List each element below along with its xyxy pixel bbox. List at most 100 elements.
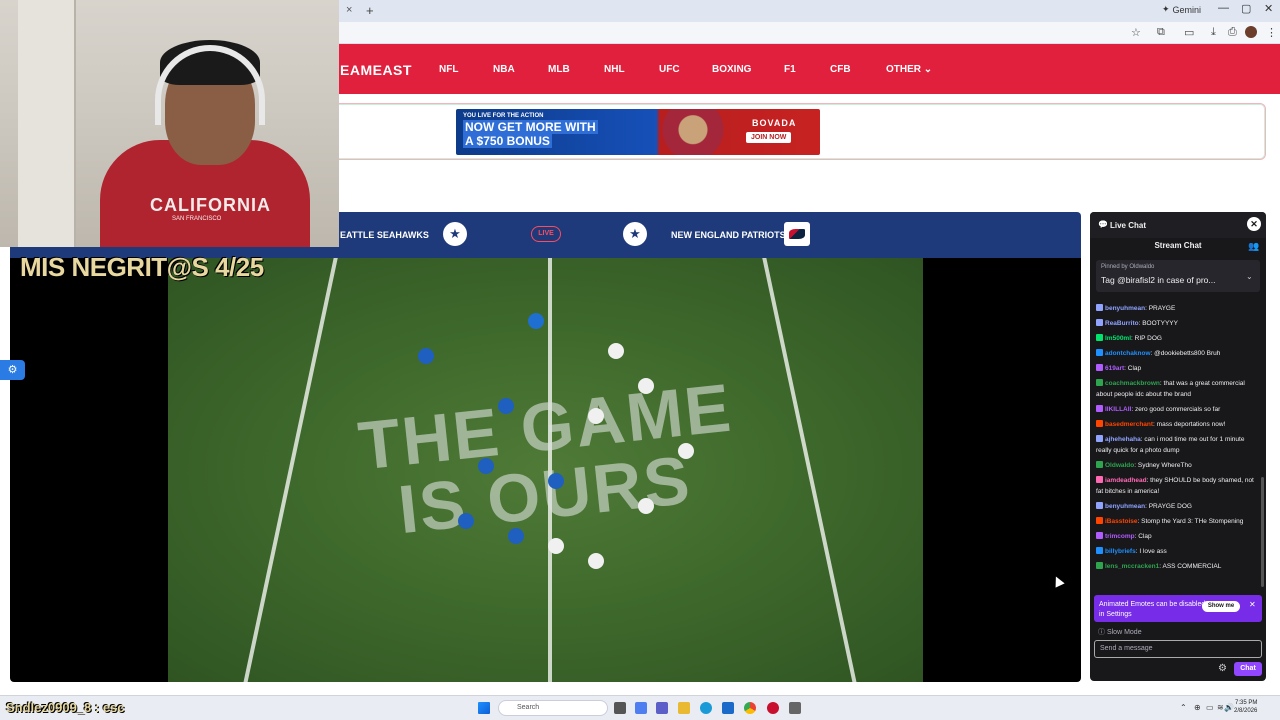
volume-icon[interactable]: 🔊 xyxy=(1224,703,1234,712)
display-icon[interactable]: ▭ xyxy=(1206,703,1214,712)
nav-other-dropdown[interactable]: OTHER ⌄ xyxy=(886,64,932,75)
extensions-icon[interactable]: ⧉ xyxy=(1157,26,1165,39)
gemini-label: Gemini xyxy=(1172,4,1202,15)
nav-nhl[interactable]: NHL xyxy=(604,64,625,75)
chat-message: iBasstoise: Stomp the Yard 3: THe Stompe… xyxy=(1096,516,1256,527)
chat-close-button[interactable]: ✕ xyxy=(1247,217,1261,231)
chat-message: iamdeadhead: they SHOULD be body shamed,… xyxy=(1096,475,1256,497)
nav-f1[interactable]: F1 xyxy=(784,64,796,75)
task-view-icon[interactable] xyxy=(614,702,626,714)
bovada-ad-banner[interactable]: YOU LIVE FOR THE ACTION NOW GET MORE WIT… xyxy=(456,109,820,155)
chat-text: BOOTYYYY xyxy=(1142,320,1178,327)
chat-message: lens_mccracken1: ASS COMMERCIAL xyxy=(1096,561,1256,572)
gemini-button[interactable]: ✦ Gemini xyxy=(1162,4,1201,15)
ad-brand: BOVADA xyxy=(752,118,797,128)
stream-handle-overlay: Sndlez0909_8 : esc xyxy=(6,700,125,715)
chat-username[interactable]: coachmackbrown xyxy=(1105,380,1160,387)
nav-cfb[interactable]: CFB xyxy=(830,64,851,75)
chevron-down-icon[interactable]: ⌄ xyxy=(1246,272,1253,281)
teams-icon[interactable] xyxy=(656,702,668,714)
clock-time: 7:35 PM xyxy=(1235,700,1258,706)
tray-chevron-icon[interactable]: ⌃ xyxy=(1180,703,1187,712)
favorite-away-star-icon[interactable]: ★ xyxy=(623,222,647,246)
notice-close-icon[interactable]: ✕ xyxy=(1249,600,1256,609)
chat-scrollbar[interactable] xyxy=(1261,477,1264,587)
profile-avatar[interactable] xyxy=(1245,26,1257,38)
settings-gear-icon[interactable]: ⚙ xyxy=(0,360,25,380)
user-badge-icon xyxy=(1096,405,1103,412)
away-team-name: NEW ENGLAND PATRIOTS xyxy=(671,230,786,240)
chat-settings-gear-icon[interactable]: ⚙ xyxy=(1218,663,1227,674)
pinned-meta: Pinned by Oldwaldo xyxy=(1101,264,1155,270)
chat-username[interactable]: 619art xyxy=(1105,365,1124,372)
favorite-home-star-icon[interactable]: ★ xyxy=(443,222,467,246)
webcam-feed: CALIFORNIA SAN FRANCISCO xyxy=(0,0,339,247)
minimize-button[interactable]: — xyxy=(1218,2,1229,14)
show-me-button[interactable]: Show me xyxy=(1202,601,1240,612)
nav-ufc[interactable]: UFC xyxy=(659,64,680,75)
site-brand[interactable]: EAMEAST xyxy=(340,62,412,78)
bookmark-star-icon[interactable]: ☆ xyxy=(1131,26,1141,39)
chat-message: ajhehehaha: can i mod time me out for 1 … xyxy=(1096,434,1256,456)
taskbar-clock[interactable]: 7:35 PM 2/8/2026 xyxy=(1234,699,1257,715)
chat-username[interactable]: iamdeadhead xyxy=(1105,477,1147,484)
nav-boxing[interactable]: BOXING xyxy=(712,64,751,75)
chat-text: RIP DOG xyxy=(1134,335,1162,342)
chrome-icon[interactable] xyxy=(744,702,756,714)
player xyxy=(548,473,564,489)
chat-username[interactable]: Oldwaldo xyxy=(1105,462,1134,469)
chat-text: PRAYGE DOG xyxy=(1148,503,1192,510)
user-badge-icon xyxy=(1096,476,1103,483)
tab-close-icon[interactable]: × xyxy=(346,4,352,16)
send-chat-button[interactable]: Chat xyxy=(1234,662,1262,676)
edge-icon[interactable] xyxy=(700,702,712,714)
users-icon[interactable]: 👥 xyxy=(1248,241,1259,252)
chat-username[interactable]: ajhehehaha xyxy=(1105,436,1141,443)
ad-headline-2: A $750 BONUS xyxy=(463,134,552,148)
wifi-icon[interactable]: ≋ xyxy=(1217,703,1224,712)
app-icon[interactable] xyxy=(767,702,779,714)
copilot-icon[interactable] xyxy=(635,702,647,714)
chat-username[interactable]: benyuhmean xyxy=(1105,503,1145,510)
sidepanel-icon[interactable]: ▭ xyxy=(1184,26,1194,39)
start-windows-icon[interactable] xyxy=(478,702,490,714)
new-tab-button[interactable]: + xyxy=(366,3,374,18)
pinned-text: Tag @birafisl2 in case of pro... xyxy=(1101,275,1216,285)
chat-username[interactable]: trimcomp xyxy=(1105,533,1135,540)
ad-join-button[interactable]: JOIN NOW xyxy=(746,132,792,143)
taskbar-search[interactable]: Search xyxy=(498,700,608,716)
chat-username[interactable]: billybriefs xyxy=(1105,548,1136,555)
video-frame-field: THE GAME IS OURS xyxy=(168,258,923,682)
slow-mode-label: ⓘ Slow Mode xyxy=(1098,629,1142,636)
chat-username[interactable]: benyuhmean xyxy=(1105,305,1145,312)
file-explorer-icon[interactable] xyxy=(678,702,690,714)
share-icon[interactable]: ⎙ xyxy=(1228,26,1237,39)
close-window-button[interactable]: ✕ xyxy=(1264,2,1273,15)
store-icon[interactable] xyxy=(722,702,734,714)
chat-message-input[interactable]: Send a message xyxy=(1094,640,1262,658)
player xyxy=(638,498,654,514)
chat-username[interactable]: Im500ml xyxy=(1105,335,1131,342)
chat-username[interactable]: ReaBurrito xyxy=(1105,320,1139,327)
player xyxy=(458,513,474,529)
download-icon[interactable]: ⤓ xyxy=(1211,26,1216,39)
pinned-message[interactable]: Pinned by Oldwaldo Tag @birafisl2 in cas… xyxy=(1096,260,1260,292)
menu-icon[interactable]: ⋮ xyxy=(1266,26,1277,39)
chat-text: mass deportations now! xyxy=(1156,421,1226,428)
chat-username[interactable]: IIKILLAII xyxy=(1105,406,1131,413)
ad-player-image xyxy=(661,109,725,155)
network-icon[interactable]: ⊕ xyxy=(1194,703,1201,712)
chat-username[interactable]: adontchaknow xyxy=(1105,350,1151,357)
user-badge-icon xyxy=(1096,349,1103,356)
chat-text: Clap xyxy=(1127,365,1142,372)
nav-mlb[interactable]: MLB xyxy=(548,64,570,75)
settings-app-icon[interactable] xyxy=(789,702,801,714)
chat-message: basedmerchant: mass deportations now! xyxy=(1096,419,1256,430)
chat-username[interactable]: iBasstoise xyxy=(1105,518,1138,525)
chat-username[interactable]: lens_mccracken1 xyxy=(1105,563,1159,570)
chat-message: 619art: Clap xyxy=(1096,363,1256,374)
nav-nba[interactable]: NBA xyxy=(493,64,515,75)
chat-username[interactable]: basedmerchant xyxy=(1105,421,1153,428)
nav-nfl[interactable]: NFL xyxy=(439,64,458,75)
maximize-button[interactable]: ▢ xyxy=(1241,2,1251,15)
